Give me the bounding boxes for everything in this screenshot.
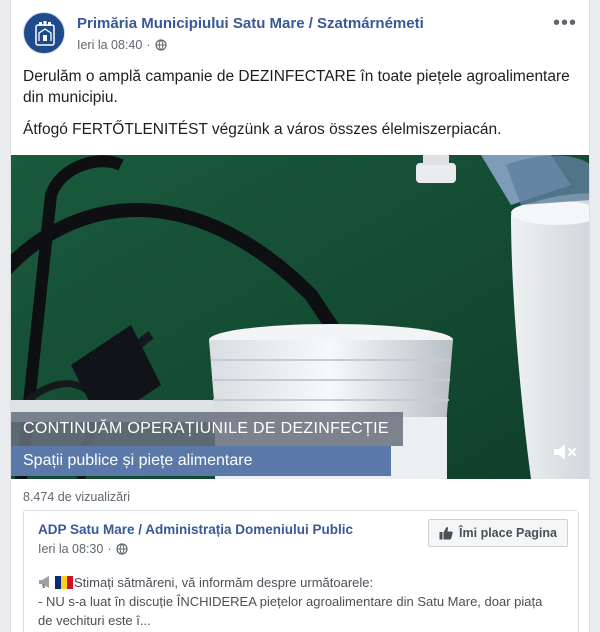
shared-text-line-1: Stimați sătmăreni, vă informăm despre ur…: [38, 573, 568, 592]
shared-meta-separator: ·: [107, 542, 112, 556]
video-overlay-title: CONTINUĂM OPERAȚIUNILE DE DEZINFECȚIE: [11, 412, 403, 446]
romania-flag-icon: [55, 576, 73, 589]
page-name-link[interactable]: Primăria Municipiului Satu Mare / Szatmá…: [77, 15, 424, 32]
post-header: Primăria Municipiului Satu Mare / Szatmá…: [23, 12, 577, 60]
shared-post-text: Stimați sătmăreni, vă informăm despre ur…: [38, 573, 568, 630]
megaphone-icon: [39, 576, 49, 588]
video-overlay-subtitle: Spații publice și piețe alimentare: [11, 446, 391, 476]
like-page-button[interactable]: Îmi place Pagina: [428, 519, 568, 547]
post-text-hungarian: Átfogó FERTŐTLENITÉST végzünk a város ös…: [23, 121, 502, 138]
post-card: Primăria Municipiului Satu Mare / Szatmá…: [10, 0, 590, 632]
city-crest-icon: [25, 14, 64, 53]
shared-text-line-2: - NU s-a luat în discuție ÎNCHIDEREA pie…: [38, 594, 543, 609]
thumbs-up-icon: [439, 526, 453, 540]
post-meta: Ieri la 08:40 ·: [77, 38, 167, 52]
meta-separator: ·: [146, 38, 151, 52]
post-text: Derulăm o amplă campanie de DEZINFECTARE…: [23, 66, 579, 151]
speaker-muted-icon[interactable]: [551, 440, 579, 464]
shared-post-meta: Ieri la 08:30 ·: [38, 542, 128, 556]
like-page-label: Îmi place Pagina: [459, 526, 557, 540]
shared-text-line-1-text: Stimați sătmăreni, vă informăm despre ur…: [74, 575, 374, 590]
post-timestamp[interactable]: Ieri la 08:40: [77, 38, 142, 52]
more-options-button[interactable]: •••: [553, 13, 577, 33]
globe-icon[interactable]: [115, 543, 128, 555]
view-count: 8.474 de vizualizări: [23, 490, 131, 504]
shared-post-timestamp[interactable]: Ieri la 08:30: [38, 542, 103, 556]
shared-post: ADP Satu Mare / Administrația Domeniului…: [23, 512, 579, 632]
post-text-romanian: Derulăm o amplă campanie de DEZINFECTARE…: [23, 68, 570, 106]
shared-page-name-link[interactable]: ADP Satu Mare / Administrația Domeniului…: [38, 522, 353, 537]
divider: [23, 510, 577, 511]
shared-text-line-3[interactable]: de vechituri este î...: [38, 611, 568, 630]
globe-icon[interactable]: [154, 39, 167, 51]
page-avatar[interactable]: [23, 12, 65, 54]
